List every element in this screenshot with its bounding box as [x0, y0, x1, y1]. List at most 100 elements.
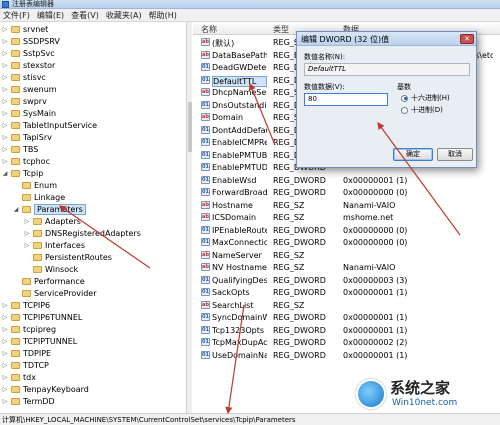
tree-item-label: Adapters [45, 217, 81, 226]
tree-expander-icon[interactable]: ▷ [2, 98, 8, 105]
radio-hex[interactable]: 十六进制(H) [401, 93, 450, 103]
menu-bar: 文件(F) 编辑(E) 查看(V) 收藏夹(A) 帮助(H) [0, 9, 500, 22]
tree-expander-icon[interactable]: ▷ [2, 74, 8, 81]
value-type: REG_SZ [273, 200, 305, 210]
cancel-button[interactable]: 取消 [437, 148, 473, 161]
folder-icon [11, 326, 20, 333]
dialog-title-bar[interactable]: 编辑 DWORD (32 位)值 ✕ [297, 32, 476, 46]
close-icon[interactable]: ✕ [460, 34, 474, 44]
value-type: REG_DWORD [273, 350, 326, 360]
value-type: REG_DWORD [273, 275, 326, 285]
tree-expander-icon[interactable]: ▷ [2, 26, 8, 33]
menu-favorites[interactable]: 收藏夹(A) [106, 10, 142, 21]
tree-expander-icon[interactable]: ▷ [2, 314, 8, 321]
tree-item-label: TDPIPE [23, 349, 52, 358]
dword-value-icon: 01 [201, 138, 210, 146]
value-row[interactable]: ab ICSDomain REG_SZ mshome.net [193, 211, 500, 223]
value-data-input[interactable]: 80 [304, 93, 388, 106]
value-data: 0x00000002 (2) [343, 338, 408, 347]
value-row[interactable]: 01ForwardBroad... REG_DWORD 0x00000000 (0) [193, 186, 500, 198]
value-name: MaxConnectio... [212, 238, 267, 247]
tree-item-label: Interfaces [45, 241, 85, 250]
tree-expander-icon[interactable]: ▷ [2, 386, 8, 393]
tree-expander-icon[interactable]: ▷ [24, 218, 30, 225]
tree-expander-icon[interactable]: ▷ [2, 350, 8, 357]
tree-scrollbar[interactable] [186, 22, 192, 413]
value-data: Nanami-VAIO [343, 263, 396, 272]
tree-expander-icon[interactable]: ▷ [2, 398, 8, 405]
tree-expander-icon[interactable]: ▷ [2, 50, 8, 57]
dword-value-icon: 01 [201, 75, 210, 84]
value-row[interactable]: 01QualifyingDesti... REG_DWORD 0x00000003 … [193, 274, 500, 286]
value-name: EnableWsd [212, 175, 257, 185]
folder-icon [11, 86, 20, 93]
string-value-icon: ab [201, 263, 210, 271]
value-row[interactable]: ab NV Hostname REG_SZ Nanami-VAIO [193, 261, 500, 273]
value-row[interactable]: ab Hostname REG_SZ Nanami-VAIO [193, 199, 500, 211]
folder-icon [11, 350, 20, 357]
tree-expander-icon[interactable]: ▷ [2, 146, 8, 153]
value-row[interactable]: 01MaxConnectio... REG_DWORD 0x00000000 (0) [193, 236, 500, 248]
tree-expander-icon [24, 267, 30, 273]
value-row[interactable]: 01 IPEnableRouter REG_DWORD 0x00000000 (0) [193, 224, 500, 236]
tree-expander-icon[interactable]: ▷ [2, 86, 8, 93]
radio-hex-indicator[interactable] [401, 94, 408, 102]
tree-expander-icon[interactable]: ◢ [2, 170, 8, 177]
menu-edit[interactable]: 编辑(E) [37, 10, 64, 21]
tree-expander-icon[interactable]: ▷ [2, 302, 8, 309]
value-type: REG_DWORD [273, 225, 326, 235]
radio-dec-indicator[interactable] [401, 106, 408, 114]
tree-scrollbar-thumb[interactable] [188, 102, 192, 152]
regedit-icon [2, 1, 9, 8]
tree-expander-icon[interactable]: ▷ [2, 158, 8, 165]
tree-expander-icon[interactable]: ◢ [13, 206, 19, 213]
tree-expander-icon[interactable]: ▷ [2, 134, 8, 141]
radio-hex-label: 十六进制(H) [411, 94, 450, 102]
tree-expander-icon[interactable]: ▷ [2, 338, 8, 345]
tree-expander-icon[interactable]: ▷ [2, 122, 8, 129]
folder-icon [11, 134, 20, 141]
tree-item-label: TapiSrv [23, 133, 52, 142]
radio-dec[interactable]: 十进制(D) [401, 105, 443, 115]
value-name: ForwardBroad... [212, 188, 267, 197]
tree-expander-icon[interactable]: ▷ [2, 362, 8, 369]
value-type: REG_DWORD [273, 288, 326, 297]
tree-item-label: stisvc [23, 73, 46, 82]
folder-icon [11, 122, 20, 129]
folder-icon [11, 386, 20, 393]
dword-value-icon: 01 [201, 188, 210, 196]
tree-item-label: PersistentRoutes [45, 253, 112, 262]
folder-icon [33, 254, 42, 261]
column-name[interactable]: 名称 [201, 24, 217, 35]
tree-expander-icon[interactable]: ▷ [2, 326, 8, 333]
ok-button[interactable]: 确定 [393, 148, 433, 161]
tree-expander-icon[interactable]: ▷ [24, 242, 30, 249]
value-row[interactable]: 01 Tcp1323Opts REG_DWORD 0x00000001 (1) [193, 324, 500, 336]
menu-help[interactable]: 帮助(H) [149, 10, 177, 21]
value-row[interactable]: 01 SackOpts REG_DWORD 0x00000001 (1) [193, 286, 500, 298]
value-row[interactable]: 01TcpMaxDupAc... REG_DWORD 0x00000002 (2) [193, 336, 500, 348]
registry-tree[interactable]: ▷ srvnet ▷ SSDPSRV ▷ SstpSvc ▷ stexstor ▷ stisvc ▷… [0, 22, 192, 413]
tree-expander-icon[interactable]: ▷ [2, 38, 8, 45]
folder-icon [22, 290, 31, 297]
tree-item[interactable]: ▷ TermDD [0, 395, 55, 408]
tree-expander-icon[interactable]: ▷ [2, 62, 8, 69]
value-type: REG_DWORD [273, 238, 326, 247]
column-type[interactable]: 类型 [273, 24, 289, 35]
value-row[interactable]: ab SearchList REG_SZ [193, 299, 500, 311]
menu-view[interactable]: 查看(V) [71, 10, 99, 21]
value-name: Domain [212, 113, 244, 122]
tree-expander-icon[interactable]: ▷ [2, 374, 8, 381]
menu-file[interactable]: 文件(F) [3, 10, 30, 21]
folder-icon [11, 98, 20, 105]
value-type: REG_SZ [273, 250, 305, 260]
tree-expander-icon[interactable]: ▷ [2, 110, 8, 117]
edit-dword-dialog: 编辑 DWORD (32 位)值 ✕ 数值名称(N): DefaultTTL 数… [296, 31, 477, 168]
value-type: REG_DWORD [273, 313, 326, 322]
value-row[interactable]: ab NameServer REG_SZ [193, 249, 500, 261]
value-row[interactable]: 01UseDomainNa... REG_DWORD 0x00000001 (1) [193, 349, 500, 361]
value-row[interactable]: 01SyncDomainWi... REG_DWORD 0x00000001 (1) [193, 311, 500, 323]
tree-expander-icon[interactable]: ▷ [24, 230, 30, 237]
tree-item-label: SysMain [23, 109, 57, 118]
value-row[interactable]: 01 EnableWsd REG_DWORD 0x00000001 (1) [193, 174, 500, 186]
